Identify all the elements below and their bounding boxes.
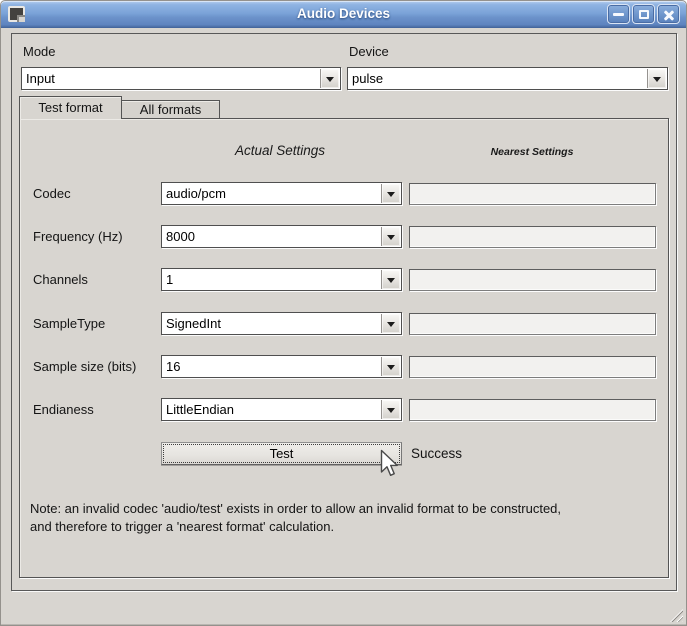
- note-text: Note: an invalid codec 'audio/test' exis…: [30, 500, 660, 535]
- main-frame: Mode Device Input pulse Test format All …: [11, 33, 677, 591]
- frequency-label: Frequency (Hz): [33, 229, 123, 244]
- samplesize-combobox-value: 16: [166, 358, 379, 376]
- maximize-button[interactable]: [632, 4, 655, 24]
- note-line-2: and therefore to trigger a 'nearest form…: [30, 518, 660, 536]
- tab-all-formats[interactable]: All formats: [122, 100, 220, 118]
- sampletype-combobox-dropdown-button[interactable]: [381, 314, 400, 333]
- endianess-combobox-dropdown-button[interactable]: [381, 400, 400, 419]
- codec-combobox-dropdown-button[interactable]: [381, 184, 400, 203]
- resize-grip-icon[interactable]: [670, 609, 683, 622]
- sampletype-label: SampleType: [33, 316, 105, 331]
- endianess-combobox-value: LittleEndian: [166, 401, 379, 419]
- device-combobox-dropdown-button[interactable]: [647, 69, 666, 88]
- titlebar[interactable]: Audio Devices: [1, 1, 686, 28]
- mode-combobox-dropdown-button[interactable]: [320, 69, 339, 88]
- status-text: Success: [411, 446, 462, 461]
- channels-label: Channels: [33, 272, 88, 287]
- samplesize-combobox[interactable]: 16: [161, 355, 402, 378]
- actual-settings-header: Actual Settings: [160, 143, 400, 158]
- samplesize-label: Sample size (bits): [33, 359, 136, 374]
- channels-row: Channels 1: [20, 268, 668, 292]
- tab-test-format[interactable]: Test format: [19, 96, 122, 119]
- codec-row: Codec audio/pcm: [20, 182, 668, 206]
- samplesize-nearest-field: [409, 356, 656, 378]
- chevron-down-icon: [387, 235, 395, 240]
- device-label: Device: [349, 44, 389, 59]
- test-button[interactable]: Test: [161, 442, 402, 465]
- samplesize-combobox-dropdown-button[interactable]: [381, 357, 400, 376]
- endianess-combobox[interactable]: LittleEndian: [161, 398, 402, 421]
- frequency-combobox-value: 8000: [166, 228, 379, 246]
- chevron-down-icon: [387, 322, 395, 327]
- close-icon: [663, 9, 675, 21]
- chevron-down-icon: [387, 192, 395, 197]
- test-format-tab-pane: Actual Settings Nearest Settings Codec a…: [19, 118, 669, 578]
- chevron-down-icon: [653, 77, 661, 82]
- sampletype-nearest-field: [409, 313, 656, 335]
- mode-combobox-value: Input: [26, 70, 318, 88]
- frequency-combobox[interactable]: 8000: [161, 225, 402, 248]
- channels-combobox-value: 1: [166, 271, 379, 289]
- codec-nearest-field: [409, 183, 656, 205]
- maximize-icon: [639, 10, 649, 19]
- close-button[interactable]: [657, 4, 680, 24]
- sampletype-combobox[interactable]: SignedInt: [161, 312, 402, 335]
- sampletype-row: SampleType SignedInt: [20, 312, 668, 336]
- note-line-1: Note: an invalid codec 'audio/test' exis…: [30, 500, 660, 518]
- frequency-combobox-dropdown-button[interactable]: [381, 227, 400, 246]
- mode-combobox[interactable]: Input: [21, 67, 341, 90]
- chevron-down-icon: [387, 365, 395, 370]
- minimize-button[interactable]: [607, 4, 630, 24]
- sampletype-combobox-value: SignedInt: [166, 315, 379, 333]
- codec-label: Codec: [33, 186, 71, 201]
- chevron-down-icon: [387, 278, 395, 283]
- endianess-label: Endianess: [33, 402, 94, 417]
- chevron-down-icon: [387, 408, 395, 413]
- samplesize-row: Sample size (bits) 16: [20, 355, 668, 379]
- audio-devices-window: Audio Devices Mode Device Input pulse: [0, 0, 687, 626]
- channels-combobox[interactable]: 1: [161, 268, 402, 291]
- device-combobox-value: pulse: [352, 70, 645, 88]
- endianess-row: Endianess LittleEndian: [20, 398, 668, 422]
- endianess-nearest-field: [409, 399, 656, 421]
- codec-combobox[interactable]: audio/pcm: [161, 182, 402, 205]
- window-controls: [607, 4, 680, 24]
- channels-nearest-field: [409, 269, 656, 291]
- device-combobox[interactable]: pulse: [347, 67, 668, 90]
- frequency-nearest-field: [409, 226, 656, 248]
- mode-label: Mode: [23, 44, 56, 59]
- window-title: Audio Devices: [1, 1, 686, 28]
- minimize-icon: [613, 13, 624, 16]
- chevron-down-icon: [326, 77, 334, 82]
- frequency-row: Frequency (Hz) 8000: [20, 225, 668, 249]
- channels-combobox-dropdown-button[interactable]: [381, 270, 400, 289]
- nearest-settings-header: Nearest Settings: [408, 146, 656, 158]
- codec-combobox-value: audio/pcm: [166, 185, 379, 203]
